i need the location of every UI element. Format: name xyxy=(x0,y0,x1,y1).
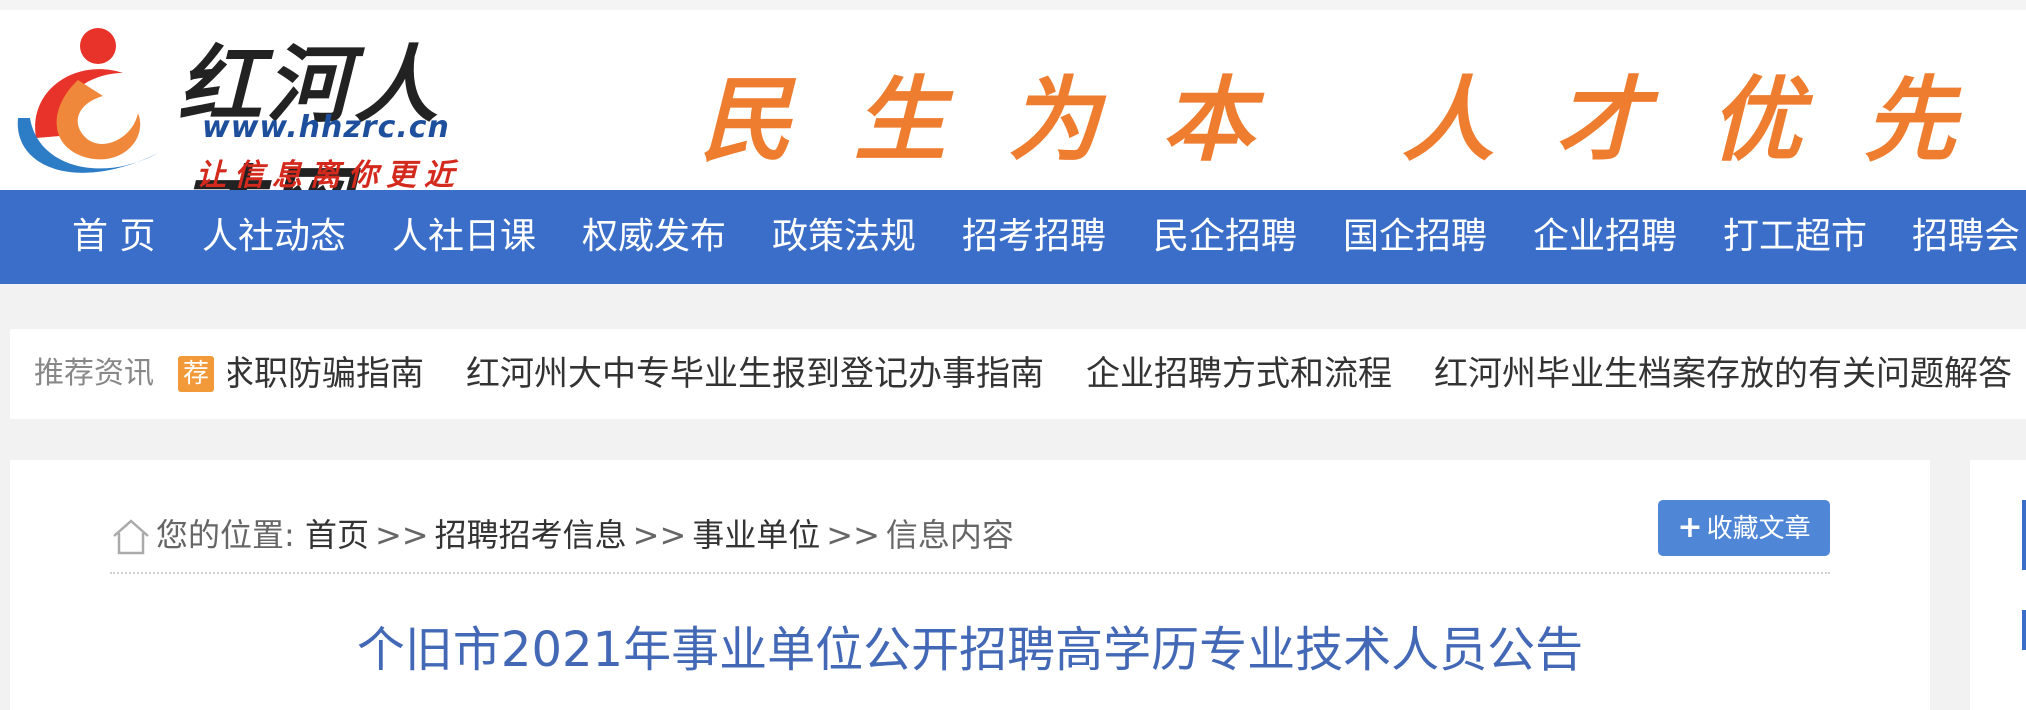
nav-item-official-release[interactable]: 权威发布 xyxy=(582,190,726,284)
nav-item-job-fair[interactable]: 招聘会 xyxy=(1912,190,2020,284)
sidebar-card xyxy=(1970,460,2026,710)
slogan-char: 生 xyxy=(854,66,947,174)
nav-item-state-recruit[interactable]: 国企招聘 xyxy=(1343,190,1487,284)
logo-swoosh-icon xyxy=(17,28,158,173)
slogan-char: 为 xyxy=(1008,66,1101,174)
ticker-track: 求职防骗指南 红河州大中专毕业生报到登记办事指南 企业招聘方式和流程 红河州毕业生档案… xyxy=(228,329,2026,419)
nav-item-exam-recruit[interactable]: 招考招聘 xyxy=(962,190,1106,284)
ticker-item[interactable]: 企业招聘方式和流程 xyxy=(1086,329,1392,419)
nav-item-daily-lesson[interactable]: 人社日课 xyxy=(392,190,536,284)
article-title: 个旧市2021年事业单位公开招聘高学历专业技术人员公告 xyxy=(356,622,1584,678)
main-nav: 首 页 人社动态 人社日课 权威发布 政策法规 招考招聘 民企招聘 国企招聘 企… xyxy=(0,190,2026,284)
recommend-badge: 荐 xyxy=(178,356,214,392)
sidebar-accent xyxy=(2022,610,2026,650)
breadcrumb-separator: >> xyxy=(632,516,687,554)
breadcrumb-divider xyxy=(110,572,1830,574)
breadcrumb-separator: >> xyxy=(374,516,429,554)
breadcrumb-recruit-info-link[interactable]: 招聘招考信息 xyxy=(435,516,627,554)
sidebar-accent xyxy=(2022,500,2026,570)
ticker-item[interactable]: 红河州大中专毕业生报到登记办事指南 xyxy=(466,329,1044,419)
breadcrumb-public-institution-link[interactable]: 事业单位 xyxy=(692,516,820,554)
ticker-item[interactable]: 红河州毕业生档案存放的有关问题解答 xyxy=(1434,329,2012,419)
plus-icon: + xyxy=(1677,510,1703,545)
nav-item-job-market[interactable]: 打工超市 xyxy=(1723,190,1867,284)
slogan-char: 先 xyxy=(1864,66,1957,174)
slogan-char: 本 xyxy=(1162,66,1255,174)
collect-article-button[interactable]: + 收藏文章 xyxy=(1658,500,1830,556)
logo-url: www.hhzrc.cn xyxy=(202,110,450,145)
site-header: 红河人才网 www.hhzrc.cn 让信息离你更近 民生为本 人才优先 xyxy=(0,10,2026,190)
recommend-ticker: 推荐资讯 荐 求职防骗指南 红河州大中专毕业生报到登记办事指南 企业招聘方式和流程红… xyxy=(10,329,2026,419)
breadcrumb: 您的位置: 首页 >> 招聘招考信息 >> 事业单位 >> 信息内容 xyxy=(110,500,1014,570)
ticker-item[interactable]: 求职防骗指南 xyxy=(228,329,424,419)
breadcrumb-separator: >> xyxy=(826,516,880,554)
logo-tagline: 让信息离你更近 xyxy=(196,158,462,190)
ticker-label: 推荐资讯 xyxy=(34,356,154,391)
header-slogan: 民生为本 人才优先 xyxy=(700,46,2026,174)
breadcrumb-home-link[interactable]: 首页 xyxy=(305,516,369,554)
nav-item-home[interactable]: 首 页 xyxy=(72,190,155,284)
breadcrumb-current: 信息内容 xyxy=(885,516,1014,554)
collect-label: 收藏文章 xyxy=(1706,514,1811,544)
breadcrumb-prefix: 您的位置: xyxy=(156,516,295,554)
article-card: 您的位置: 首页 >> 招聘招考信息 >> 事业单位 >> 信息内容 + 收藏文章 个旧市20… xyxy=(10,460,1930,710)
site-logo[interactable]: 红河人才网 www.hhzrc.cn 让信息离你更近 xyxy=(8,18,528,190)
nav-item-news[interactable]: 人社动态 xyxy=(202,190,346,284)
top-strip xyxy=(0,0,2026,10)
slogan-char: 民 xyxy=(700,66,793,174)
ticker-items: 求职防骗指南 红河州大中专毕业生报到登记办事指南 企业招聘方式和流程 红河州毕业生档案… xyxy=(228,329,2026,419)
nav-item-policy[interactable]: 政策法规 xyxy=(772,190,916,284)
slogan-char: 人 xyxy=(1402,66,1495,174)
slogan-char: 优 xyxy=(1710,66,1803,174)
nav-item-company-recruit[interactable]: 企业招聘 xyxy=(1533,190,1677,284)
slogan-char: 才 xyxy=(1556,66,1649,174)
home-icon xyxy=(113,519,149,555)
nav-item-private-recruit[interactable]: 民企招聘 xyxy=(1153,190,1297,284)
